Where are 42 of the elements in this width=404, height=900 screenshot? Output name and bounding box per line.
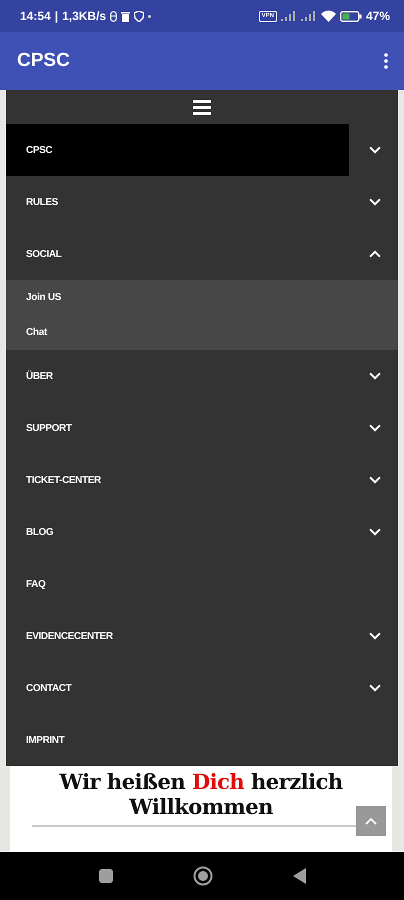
menu-item[interactable]: CONTACT [6, 680, 72, 696]
chevron-down-icon[interactable] [369, 528, 381, 536]
app-title: CPSC [17, 48, 70, 73]
submenu-item[interactable]: Join US [26, 290, 62, 305]
menu-item[interactable]: SUPPORT [6, 420, 72, 436]
mouse-icon [110, 10, 118, 22]
menu-item[interactable]: RULES [6, 194, 58, 210]
dot-icon [148, 14, 152, 18]
home-icon[interactable] [192, 866, 212, 886]
chevron-down-icon[interactable] [369, 198, 381, 206]
more-options-icon[interactable] [384, 53, 388, 69]
menu-item[interactable]: TICKET-CENTER [6, 472, 101, 488]
signal-icon [280, 11, 297, 21]
menu-item[interactable]: EVIDENCECENTER [6, 628, 113, 644]
chevron-down-icon[interactable] [369, 424, 381, 432]
battery-icon [340, 10, 362, 22]
menu-item[interactable]: CPSC [6, 124, 349, 176]
chevron-down-icon[interactable] [369, 372, 381, 380]
menu-item[interactable]: SOCIAL [6, 246, 62, 262]
recent-apps-icon[interactable] [98, 869, 112, 883]
welcome-heading: Wir heißen Dich herzlich Willkommen [58, 768, 344, 819]
chevron-down-icon[interactable] [369, 476, 381, 484]
signal-icon [300, 11, 317, 21]
network-speed: 1,3KB/s [62, 8, 106, 25]
back-icon[interactable] [292, 868, 306, 884]
menu-icon[interactable] [193, 100, 211, 114]
chevron-up-icon[interactable] [369, 250, 381, 258]
separator: | [54, 8, 58, 25]
chevron-down-icon[interactable] [369, 146, 381, 154]
trash-icon [121, 10, 130, 22]
shield-icon [134, 10, 144, 22]
menu-item[interactable]: BLOG [6, 524, 54, 540]
chevron-up-icon [365, 816, 377, 825]
chevron-down-icon[interactable] [369, 632, 381, 640]
menu-item[interactable]: IMPRINT [6, 732, 64, 748]
wifi-icon [320, 10, 336, 22]
submenu-item[interactable]: Chat [26, 325, 48, 340]
menu-item[interactable]: FAQ [6, 576, 46, 592]
clock: 14:54 [20, 8, 51, 25]
battery-percent: 47% [366, 8, 390, 25]
menu-item[interactable]: ÜBER [6, 368, 53, 384]
chevron-down-icon[interactable] [369, 684, 381, 692]
